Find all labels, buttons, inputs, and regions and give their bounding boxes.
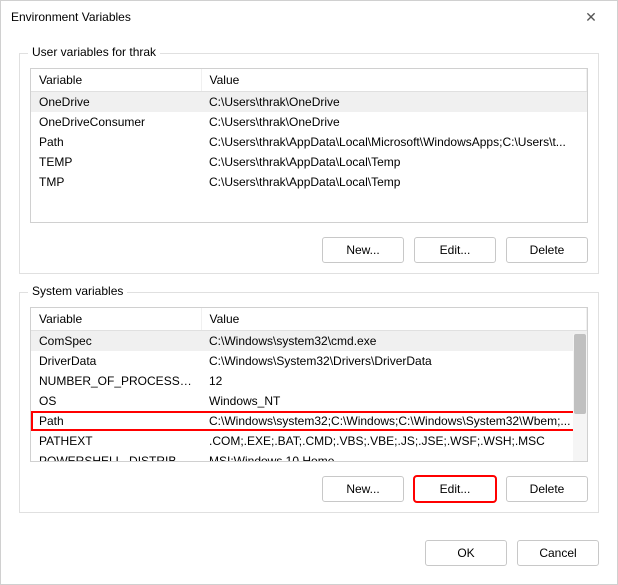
cell-value: C:\Users\thrak\AppData\Local\Microsoft\W… — [201, 132, 587, 152]
column-header-value[interactable]: Value — [201, 69, 587, 92]
cell-value: .COM;.EXE;.BAT;.CMD;.VBS;.VBE;.JS;.JSE;.… — [201, 431, 587, 451]
table-row[interactable]: TMP C:\Users\thrak\AppData\Local\Temp — [31, 172, 587, 192]
user-new-button[interactable]: New... — [322, 237, 404, 263]
dialog-footer: OK Cancel — [1, 526, 617, 584]
cell-value: C:\Users\thrak\OneDrive — [201, 92, 587, 113]
cell-value: Windows_NT — [201, 391, 587, 411]
system-table-wrapper: Variable Value ComSpec C:\Windows\system… — [30, 307, 588, 462]
table-row[interactable]: OneDriveConsumer C:\Users\thrak\OneDrive — [31, 112, 587, 132]
scrollbar-vertical[interactable] — [573, 334, 587, 461]
content-area: User variables for thrak Variable Value … — [1, 33, 617, 526]
table-row[interactable]: ComSpec C:\Windows\system32\cmd.exe — [31, 331, 587, 352]
cell-variable: OS — [31, 391, 201, 411]
cell-variable: PATHEXT — [31, 431, 201, 451]
table-row-path[interactable]: Path C:\Windows\system32;C:\Windows;C:\W… — [31, 411, 587, 431]
table-row[interactable]: OneDrive C:\Users\thrak\OneDrive — [31, 92, 587, 113]
cell-variable: ComSpec — [31, 331, 201, 352]
user-variables-group: User variables for thrak Variable Value … — [19, 53, 599, 274]
titlebar: Environment Variables ✕ — [1, 1, 617, 33]
table-row[interactable]: TEMP C:\Users\thrak\AppData\Local\Temp — [31, 152, 587, 172]
system-buttons-row: New... Edit... Delete — [30, 476, 588, 502]
table-row[interactable]: PATHEXT .COM;.EXE;.BAT;.CMD;.VBS;.VBE;.J… — [31, 431, 587, 451]
cell-value: C:\Users\thrak\AppData\Local\Temp — [201, 172, 587, 192]
scrollbar-thumb[interactable] — [574, 334, 586, 414]
cell-value: 12 — [201, 371, 587, 391]
cell-variable: DriverData — [31, 351, 201, 371]
system-delete-button[interactable]: Delete — [506, 476, 588, 502]
system-variables-table[interactable]: Variable Value ComSpec C:\Windows\system… — [31, 308, 587, 462]
cell-variable: Path — [31, 411, 201, 431]
cell-value: MSI:Windows 10 Home — [201, 451, 587, 462]
cell-variable: TMP — [31, 172, 201, 192]
table-row[interactable]: DriverData C:\Windows\System32\Drivers\D… — [31, 351, 587, 371]
cell-value: C:\Users\thrak\OneDrive — [201, 112, 587, 132]
cell-variable: OneDrive — [31, 92, 201, 113]
system-edit-button[interactable]: Edit... — [414, 476, 496, 502]
cell-variable: POWERSHELL_DISTRIBUTIO... — [31, 451, 201, 462]
system-group-label: System variables — [28, 284, 127, 298]
table-row[interactable]: Path C:\Users\thrak\AppData\Local\Micros… — [31, 132, 587, 152]
table-row[interactable]: POWERSHELL_DISTRIBUTIO... MSI:Windows 10… — [31, 451, 587, 462]
column-header-variable[interactable]: Variable — [31, 69, 201, 92]
column-header-value[interactable]: Value — [201, 308, 587, 331]
user-group-label: User variables for thrak — [28, 45, 160, 59]
cell-value: C:\Windows\system32;C:\Windows;C:\Window… — [201, 411, 587, 431]
env-vars-window: Environment Variables ✕ User variables f… — [0, 0, 618, 585]
cell-value: C:\Windows\system32\cmd.exe — [201, 331, 587, 352]
table-row[interactable]: NUMBER_OF_PROCESSORS 12 — [31, 371, 587, 391]
close-icon[interactable]: ✕ — [575, 1, 607, 33]
cell-variable: TEMP — [31, 152, 201, 172]
cancel-button[interactable]: Cancel — [517, 540, 599, 566]
column-header-variable[interactable]: Variable — [31, 308, 201, 331]
cell-variable: Path — [31, 132, 201, 152]
window-title: Environment Variables — [11, 10, 575, 24]
user-table-wrapper: Variable Value OneDrive C:\Users\thrak\O… — [30, 68, 588, 223]
cell-variable: OneDriveConsumer — [31, 112, 201, 132]
user-edit-button[interactable]: Edit... — [414, 237, 496, 263]
cell-variable: NUMBER_OF_PROCESSORS — [31, 371, 201, 391]
user-variables-table[interactable]: Variable Value OneDrive C:\Users\thrak\O… — [31, 69, 587, 192]
system-variables-group: System variables Variable Value ComSpec … — [19, 292, 599, 513]
system-new-button[interactable]: New... — [322, 476, 404, 502]
cell-value: C:\Windows\System32\Drivers\DriverData — [201, 351, 587, 371]
cell-value: C:\Users\thrak\AppData\Local\Temp — [201, 152, 587, 172]
user-delete-button[interactable]: Delete — [506, 237, 588, 263]
user-buttons-row: New... Edit... Delete — [30, 237, 588, 263]
table-row[interactable]: OS Windows_NT — [31, 391, 587, 411]
ok-button[interactable]: OK — [425, 540, 507, 566]
